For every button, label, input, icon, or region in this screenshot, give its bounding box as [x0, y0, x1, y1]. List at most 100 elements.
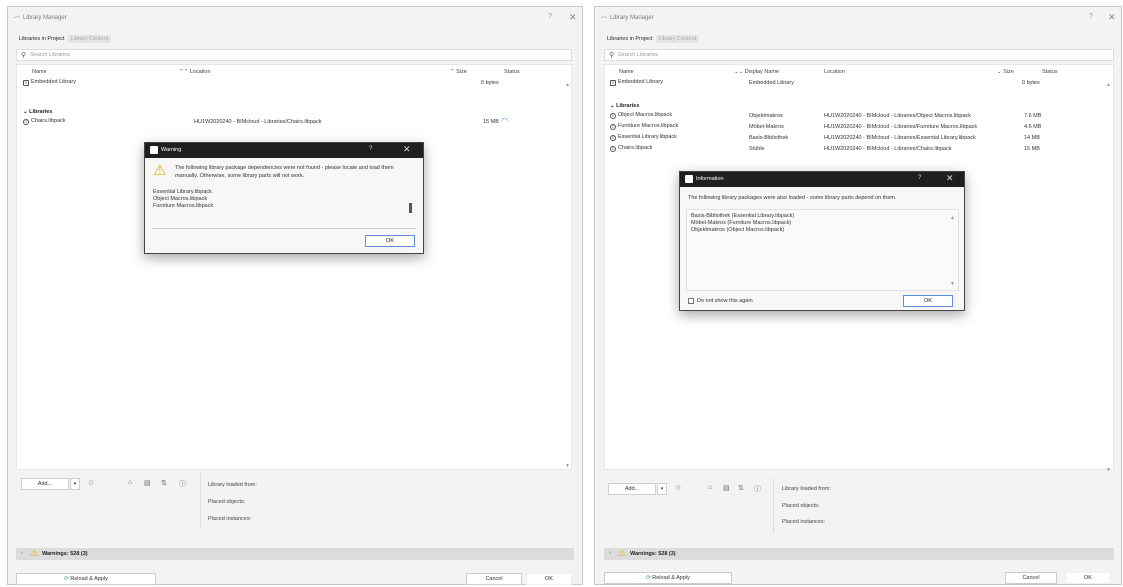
warnings-bar[interactable]: › ⚠ Warnings: 528 (3)	[604, 548, 1114, 560]
close-icon[interactable]: ✕	[569, 12, 577, 23]
scroll-down-icon[interactable]: ▼	[565, 463, 570, 469]
help-icon[interactable]: ?	[548, 13, 552, 20]
cancel-button[interactable]: Cancel	[466, 573, 522, 585]
scrollbar-thumb[interactable]	[409, 203, 412, 213]
library-size: 0 bytes	[1022, 80, 1040, 86]
add-button[interactable]: Add...	[608, 483, 656, 495]
divider	[152, 228, 416, 229]
column-header-size[interactable]: ⌄ Size	[997, 69, 1014, 75]
do-not-show-checkbox[interactable]	[688, 298, 694, 304]
document-icon[interactable]: ▤	[144, 479, 151, 487]
help-icon[interactable]: ?	[1089, 13, 1093, 20]
ok-button[interactable]: OK	[903, 295, 953, 307]
close-icon[interactable]: ✕	[946, 173, 954, 184]
library-row[interactable]: ≡ Chairs.libpack	[23, 118, 66, 125]
column-header-display-name[interactable]: ⌄⌄ Display Name	[734, 69, 779, 75]
loading-spinner-icon: ◠	[501, 116, 508, 125]
library-location: HU1W2020240 - BIMcloud - Libraries/Chair…	[194, 119, 322, 125]
chevron-right-icon: ›	[21, 550, 23, 556]
scroll-down-icon[interactable]: ▼	[1106, 467, 1111, 473]
tab-library-content[interactable]: Library Content	[655, 35, 700, 43]
add-dropdown-button[interactable]: ▾	[657, 483, 667, 495]
ok-button[interactable]: OK	[365, 235, 415, 247]
document-icon[interactable]: ▤	[723, 484, 730, 492]
warnings-bar[interactable]: › ⚠ Warnings: 528 (3)	[16, 548, 574, 560]
dialog-message: The following library package dependenci…	[175, 165, 394, 179]
scroll-up-icon[interactable]: ▲	[950, 215, 955, 221]
migration-icon[interactable]: ⇅	[161, 479, 167, 487]
column-header-location-label: Location	[189, 69, 211, 75]
warnings-count: Warnings: 528 (3)	[630, 551, 676, 557]
library-display-name: Objektmakros	[749, 113, 783, 119]
add-button[interactable]: Add...	[21, 478, 69, 490]
library-location: HU1W2020240 - BIMcloud - Libraries/Objec…	[824, 113, 972, 119]
library-settings-icon[interactable]: ⚙	[88, 479, 94, 487]
column-header-status[interactable]: Status	[1042, 69, 1058, 75]
app-icon	[150, 146, 158, 154]
library-row[interactable]: ≡ Furniture Macros.libpack	[610, 123, 678, 130]
app-icon	[685, 175, 693, 183]
dialog-title: Warning	[161, 147, 182, 153]
migration-icon[interactable]: ⇅	[738, 484, 744, 492]
add-dropdown-button[interactable]: ▾	[70, 478, 80, 490]
library-size: 4.6 MB	[1024, 124, 1042, 130]
scroll-up-icon[interactable]: ▲	[565, 82, 570, 88]
column-header-location[interactable]: ⌃⌃ Location	[179, 69, 211, 75]
library-name: Object Macros.libpack	[618, 112, 673, 118]
close-icon[interactable]: ✕	[403, 144, 411, 155]
reload-apply-button[interactable]: ⟳ Reload & Apply	[16, 573, 156, 585]
dialog-title: Information	[696, 176, 724, 182]
library-loaded-from-label: Library loaded from:	[208, 482, 257, 488]
library-row[interactable]: ≡ Chairs.libpack	[610, 145, 653, 152]
list-item: Object Macros.libpack	[153, 196, 208, 202]
reload-apply-button[interactable]: ⟳ Reload & Apply	[604, 572, 732, 584]
help-icon[interactable]: ?	[369, 146, 372, 152]
embedded-library-row[interactable]: ≡ Embedded Library	[610, 79, 663, 86]
column-header-size[interactable]: ⌃ Size	[450, 69, 467, 75]
libraries-group-header[interactable]: ⌄ Libraries	[610, 103, 639, 109]
ok-button[interactable]: OK	[526, 573, 572, 585]
library-row[interactable]: ≡ Object Macros.libpack	[610, 112, 672, 119]
bimcloud-icon[interactable]: ⌂	[128, 479, 132, 486]
title-bar: ⌒ Library Manager ? ✕	[8, 7, 582, 29]
scroll-down-icon[interactable]: ▼	[950, 281, 955, 287]
column-header-name[interactable]: Name	[619, 69, 634, 75]
search-icon: ⚲	[609, 52, 615, 59]
column-header-location[interactable]: Location	[824, 69, 845, 75]
tab-bar: Libraries in Project Library Content	[16, 35, 112, 47]
divider	[200, 473, 201, 528]
title-bar: ⌒ Library Manager ? ✕	[595, 7, 1121, 29]
close-icon[interactable]: ✕	[1108, 12, 1116, 23]
group-label: Libraries	[29, 109, 53, 115]
library-display-name: Möbel-Makros	[749, 124, 784, 130]
scroll-up-icon[interactable]: ▲	[1106, 82, 1111, 88]
search-input[interactable]: ⚲ Search Libraries	[604, 49, 1114, 61]
embedded-library-row[interactable]: ≡ Embedded Library	[23, 79, 76, 86]
library-display-name: Embedded Library	[749, 80, 794, 86]
library-location: HU1W2020240 - BIMcloud - Libraries/Furni…	[824, 124, 978, 130]
dialog-header: Information ? ✕	[680, 172, 964, 187]
placed-objects-label: Placed objects:	[208, 499, 246, 505]
tab-libraries-in-project[interactable]: Libraries in Project	[604, 35, 656, 43]
libraries-group-header[interactable]: ⌄ Libraries	[23, 109, 52, 115]
ok-button[interactable]: OK	[1065, 572, 1111, 584]
sort-icon: ⌄⌄	[734, 69, 745, 75]
library-name: Embedded Library	[618, 79, 663, 85]
bimcloud-library-icon: ≡	[610, 146, 616, 152]
help-icon[interactable]: ?	[918, 175, 921, 181]
tab-libraries-in-project[interactable]: Libraries in Project	[16, 35, 68, 43]
column-header-status[interactable]: Status	[504, 69, 520, 75]
tab-library-content[interactable]: Library Content	[67, 35, 112, 43]
library-name: Chairs.libpack	[618, 145, 653, 151]
search-input[interactable]: ⚲ Search Libraries	[16, 49, 572, 61]
warnings-count: Warnings: 528 (3)	[42, 551, 88, 557]
bimcloud-icon[interactable]: ⌂	[708, 484, 712, 491]
cancel-button[interactable]: Cancel	[1005, 572, 1057, 584]
column-header-display-label: Display Name	[744, 69, 779, 75]
library-settings-icon[interactable]: ⚙	[675, 484, 681, 492]
bimcloud-library-icon: ≡	[610, 113, 616, 119]
column-header-name[interactable]: Name	[32, 69, 47, 75]
library-row[interactable]: ≡ Essential Library.libpack	[610, 134, 677, 141]
info-icon[interactable]: ⓘ	[754, 484, 761, 494]
info-icon[interactable]: ⓘ	[179, 479, 186, 489]
